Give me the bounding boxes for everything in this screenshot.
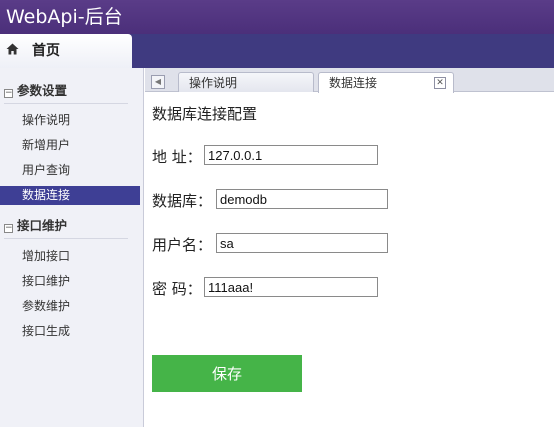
- tab-scroll-left-icon[interactable]: ◀: [151, 75, 165, 89]
- home-tab-label: 首页: [32, 43, 60, 59]
- home-icon: [6, 35, 20, 69]
- sidebar-item-add-api[interactable]: 增加接口: [0, 247, 140, 266]
- address-label: 地 址：: [152, 148, 202, 166]
- app-title: WebApi-后台: [6, 6, 123, 28]
- sidebar-item-db-connection[interactable]: 数据连接: [0, 186, 140, 205]
- tab-usage[interactable]: 操作说明: [178, 72, 314, 92]
- close-icon[interactable]: ✕: [434, 77, 446, 89]
- sidebar-item-add-user[interactable]: 新增用户: [0, 136, 140, 155]
- collapse-icon[interactable]: −: [4, 224, 13, 233]
- sidebar-item-usage[interactable]: 操作说明: [0, 111, 140, 130]
- sidebar-item-api-generate[interactable]: 接口生成: [0, 322, 140, 341]
- database-label: 数据库：: [152, 192, 213, 210]
- section-title: 数据库连接配置: [152, 105, 258, 123]
- sidebar-divider: [4, 238, 128, 239]
- sidebar-group-label: 参数设置: [17, 83, 68, 98]
- sidebar-item-api-maintain[interactable]: 接口维护: [0, 272, 140, 291]
- sidebar-divider: [4, 103, 128, 104]
- tab-label: 操作说明: [189, 76, 238, 90]
- database-input[interactable]: [216, 189, 388, 209]
- username-input[interactable]: [216, 233, 388, 253]
- sidebar-item-user-query[interactable]: 用户查询: [0, 161, 140, 180]
- sidebar-item-param-maintain[interactable]: 参数维护: [0, 297, 140, 316]
- sidebar-group-params[interactable]: − 参数设置: [0, 78, 144, 104]
- password-label: 密 码：: [152, 280, 202, 298]
- address-input[interactable]: [204, 145, 378, 165]
- password-input[interactable]: [204, 277, 378, 297]
- collapse-icon[interactable]: −: [4, 89, 13, 98]
- save-button[interactable]: 保存: [152, 355, 302, 392]
- sidebar-group-api[interactable]: − 接口维护: [0, 213, 144, 239]
- tab-label: 数据连接: [329, 76, 378, 90]
- username-label: 用户名：: [152, 236, 213, 254]
- sidebar-group-label: 接口维护: [17, 218, 68, 233]
- home-tab[interactable]: 首页: [0, 34, 132, 68]
- app-title-bar: WebApi-后台: [0, 0, 554, 34]
